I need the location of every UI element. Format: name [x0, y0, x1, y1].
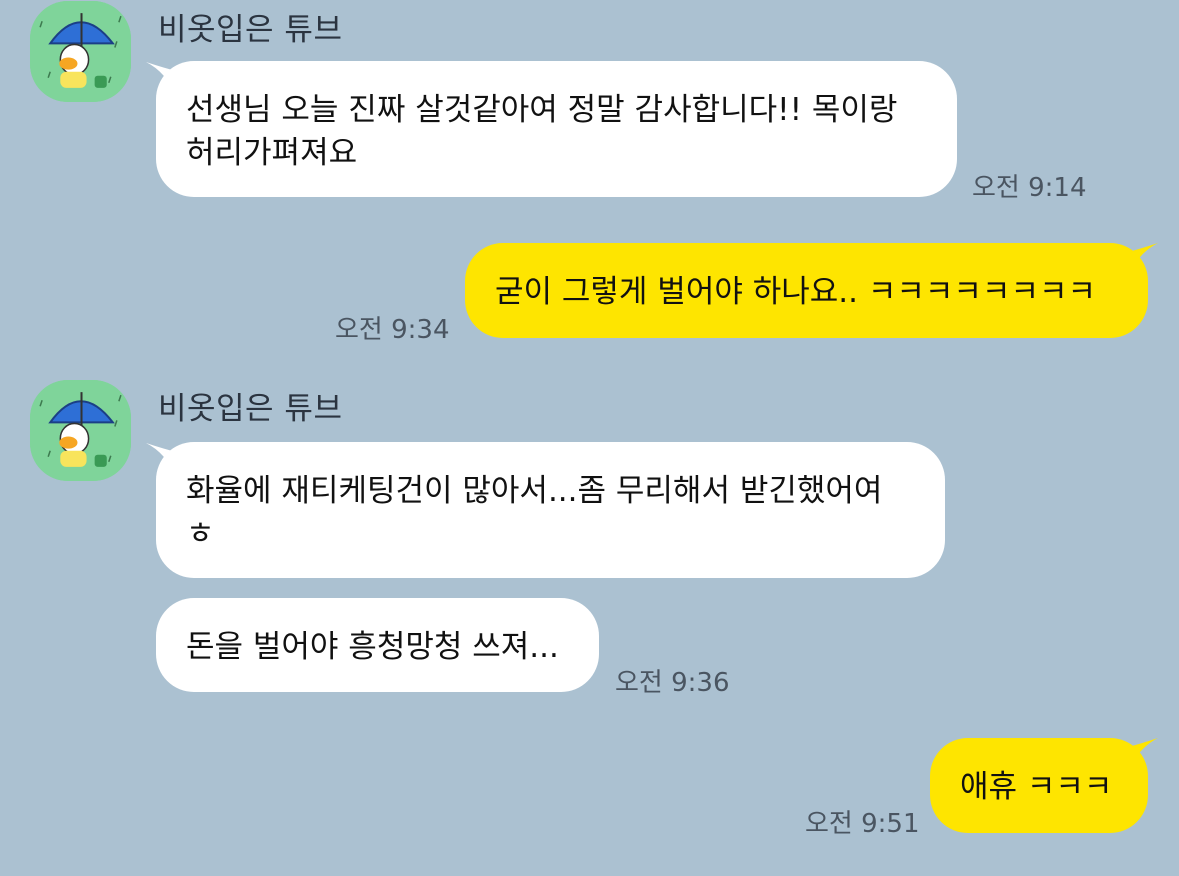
message-bubble-outgoing[interactable]: 굳이 그렇게 벌어야 하나요.. ㅋㅋㅋㅋㅋㅋㅋㅋ — [465, 243, 1148, 338]
sender-name: 비옷입은 튜브 — [158, 12, 343, 48]
message-timestamp: 오전 9:34 — [335, 315, 450, 345]
sender-avatar[interactable] — [30, 380, 131, 481]
sender-avatar[interactable] — [30, 1, 131, 102]
message-bubble-outgoing[interactable]: 애휴 ㅋㅋㅋ — [930, 738, 1148, 833]
message-bubble-incoming[interactable]: 돈을 벌어야 흥청망청 쓰져... — [156, 598, 599, 692]
tube-umbrella-icon — [30, 1, 131, 102]
message-timestamp: 오전 9:36 — [615, 668, 730, 698]
message-timestamp: 오전 9:14 — [972, 173, 1087, 203]
tube-umbrella-icon — [30, 380, 131, 481]
message-timestamp: 오전 9:51 — [805, 809, 920, 839]
bubble-tail — [1124, 243, 1158, 277]
bubble-tail — [1124, 738, 1158, 772]
sender-name: 비옷입은 튜브 — [158, 391, 343, 427]
message-bubble-incoming[interactable]: 화율에 재티케팅건이 많아서...좀 무리해서 받긴했어여 ㅎ — [156, 442, 945, 578]
message-bubble-incoming[interactable]: 선생님 오늘 진짜 살것같아여 정말 감사합니다!! 목이랑 허리가펴져요 — [156, 61, 957, 197]
